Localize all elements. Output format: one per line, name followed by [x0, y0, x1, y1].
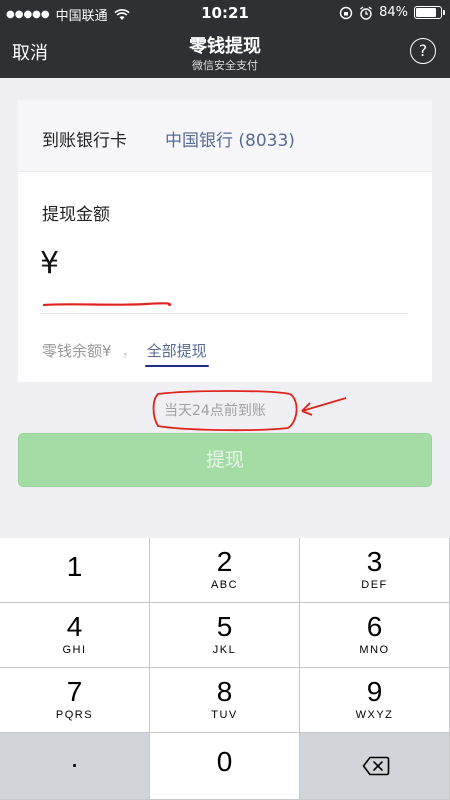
key-8[interactable]: 8 TUV [150, 668, 300, 733]
withdraw-card: 到账银行卡 中国银行 (8033) 提现金额 ¥ 零钱余额¥ ， 全部提现 [18, 100, 432, 382]
key-5-letters: JKL [212, 644, 237, 656]
battery-fill [416, 8, 437, 17]
key-8-letters: TUV [211, 709, 238, 721]
bank-card-label: 到账银行卡 [42, 131, 127, 151]
key-4-letters: GHI [62, 644, 87, 656]
key-2-letters: ABC [210, 579, 239, 591]
alarm-icon [360, 5, 373, 20]
withdraw-button[interactable]: 提现 [18, 433, 432, 487]
key-3-letters: DEF [361, 579, 388, 591]
arrival-note-wrap: 当天24点前到账 [150, 386, 350, 434]
key-3[interactable]: 3 DEF [300, 538, 450, 603]
key-4[interactable]: 4 GHI [0, 603, 150, 668]
key-0[interactable]: 0 [150, 733, 300, 800]
key-2-number: 2 [216, 546, 233, 577]
key-1[interactable]: 1 [0, 538, 150, 603]
key-5-number: 5 [216, 611, 233, 642]
amount-input[interactable] [40, 313, 408, 314]
arrival-note: 当天24点前到账 [164, 403, 266, 419]
key-decimal[interactable]: . [0, 733, 150, 800]
help-icon[interactable]: ? [410, 38, 436, 64]
balance-hidden-value: ， [121, 342, 137, 360]
battery-icon [414, 6, 445, 19]
key-3-number: 3 [366, 546, 383, 577]
key-9[interactable]: 9 WXYZ [300, 668, 450, 733]
key-decimal-symbol: . [70, 742, 79, 773]
numeric-keypad: 1 2 ABC 3 DEF 4 GHI 5 JKL 6 MNO 7 PQRS 8 TUV 9 W… [0, 538, 450, 800]
key-2[interactable]: 2 ABC [150, 538, 300, 603]
status-right: 84% [339, 5, 445, 20]
key-7-number: 7 [66, 676, 83, 707]
page-subtitle: 微信安全支付 [192, 59, 258, 72]
page-title: 零钱提现 [189, 36, 261, 57]
balance-row: 零钱余额¥ ， 全部提现 [42, 340, 209, 367]
key-8-number: 8 [216, 676, 233, 707]
key-7[interactable]: 7 PQRS [0, 668, 150, 733]
key-6-letters: MNO [359, 644, 390, 656]
key-4-number: 4 [66, 611, 83, 642]
red-underline-annotation [42, 302, 172, 307]
battery-percent: 84% [379, 5, 408, 20]
key-1-number: 1 [66, 551, 83, 582]
key-7-letters: PQRS [55, 709, 94, 721]
key-9-letters: WXYZ [355, 709, 394, 721]
balance-prefix: 零钱余额¥ [42, 342, 112, 360]
status-bar: ●●●●● 中国联通 10:21 84% [0, 0, 450, 26]
rotation-lock-icon [339, 6, 353, 19]
currency-symbol: ¥ [40, 246, 60, 281]
key-9-number: 9 [366, 676, 383, 707]
bank-card-row[interactable]: 到账银行卡 中国银行 (8033) [18, 100, 432, 172]
key-5[interactable]: 5 JKL [150, 603, 300, 668]
backspace-icon [362, 756, 390, 776]
bank-card-value[interactable]: 中国银行 (8033) [165, 126, 295, 151]
nav-bar: 取消 零钱提现 微信安全支付 ? [0, 26, 450, 78]
key-6-number: 6 [366, 611, 383, 642]
amount-label: 提现金额 [42, 205, 110, 225]
key-6[interactable]: 6 MNO [300, 603, 450, 668]
backspace-key[interactable] [300, 733, 450, 800]
withdraw-all-link[interactable]: 全部提现 [144, 340, 209, 367]
key-0-number: 0 [216, 746, 233, 777]
